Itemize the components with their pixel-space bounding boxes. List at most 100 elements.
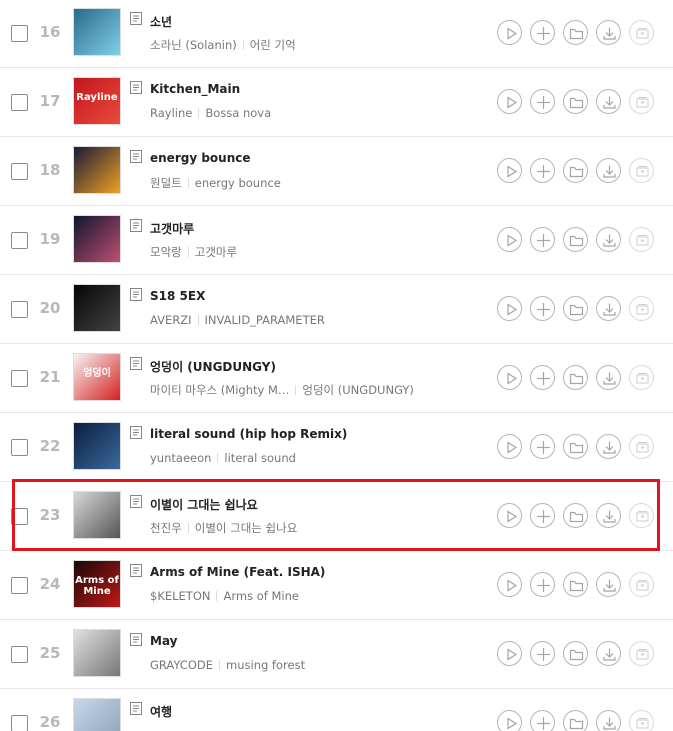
song-title[interactable]: 소년 <box>150 13 172 30</box>
select-checkbox[interactable] <box>11 439 28 456</box>
song-title[interactable]: Arms of Mine (Feat. ISHA) <box>150 565 325 579</box>
add-button[interactable] <box>530 296 555 321</box>
folder-button[interactable] <box>563 158 588 183</box>
song-title[interactable]: Kitchen_Main <box>150 82 240 96</box>
song-title[interactable]: 여행 <box>150 703 172 720</box>
add-button[interactable] <box>530 434 555 459</box>
album-cover[interactable] <box>73 491 121 539</box>
download-button[interactable] <box>596 296 621 321</box>
add-button[interactable] <box>530 158 555 183</box>
song-info-icon[interactable] <box>129 356 144 371</box>
select-checkbox[interactable] <box>11 163 28 180</box>
select-checkbox[interactable] <box>11 232 28 249</box>
artist-name[interactable]: 천진우 <box>150 521 182 535</box>
select-checkbox[interactable] <box>11 25 28 42</box>
album-name[interactable]: 고갯마루 <box>195 245 237 259</box>
artist-name[interactable]: $KELETON <box>150 589 210 603</box>
album-name[interactable]: INVALID_PARAMETER <box>205 313 325 327</box>
album-cover[interactable] <box>73 284 121 332</box>
mv-button[interactable] <box>629 365 654 390</box>
song-title[interactable]: literal sound (hip hop Remix) <box>150 427 347 441</box>
download-button[interactable] <box>596 227 621 252</box>
album-name[interactable]: literal sound <box>224 451 296 465</box>
play-button[interactable] <box>497 20 522 45</box>
select-checkbox[interactable] <box>11 646 28 663</box>
album-cover[interactable]: 엉덩이 <box>73 353 121 401</box>
play-button[interactable] <box>497 227 522 252</box>
song-info-icon[interactable] <box>129 149 144 164</box>
album-cover[interactable]: Rayline <box>73 77 121 125</box>
song-info-icon[interactable] <box>129 701 144 716</box>
artist-name[interactable]: AVERZI <box>150 313 192 327</box>
select-checkbox[interactable] <box>11 94 28 111</box>
play-button[interactable] <box>497 89 522 114</box>
add-button[interactable] <box>530 20 555 45</box>
mv-button[interactable] <box>629 158 654 183</box>
song-title[interactable]: 고갯마루 <box>150 220 194 237</box>
add-button[interactable] <box>530 503 555 528</box>
album-cover[interactable] <box>73 8 121 56</box>
add-button[interactable] <box>530 710 555 731</box>
song-title[interactable]: S18 5EX <box>150 289 205 303</box>
song-title[interactable]: 이별이 그대는 쉽나요 <box>150 496 258 513</box>
artist-name[interactable]: 소라닌 (Solanin) <box>150 38 237 52</box>
download-button[interactable] <box>596 434 621 459</box>
song-info-icon[interactable] <box>129 563 144 578</box>
song-info-icon[interactable] <box>129 632 144 647</box>
mv-button[interactable] <box>629 572 654 597</box>
download-button[interactable] <box>596 158 621 183</box>
play-button[interactable] <box>497 434 522 459</box>
song-info-icon[interactable] <box>129 218 144 233</box>
album-name[interactable]: musing forest <box>226 658 305 672</box>
album-cover[interactable] <box>73 215 121 263</box>
add-button[interactable] <box>530 89 555 114</box>
select-checkbox[interactable] <box>11 370 28 387</box>
play-button[interactable] <box>497 503 522 528</box>
folder-button[interactable] <box>563 572 588 597</box>
download-button[interactable] <box>596 89 621 114</box>
mv-button[interactable] <box>629 89 654 114</box>
add-button[interactable] <box>530 365 555 390</box>
play-button[interactable] <box>497 710 522 731</box>
folder-button[interactable] <box>563 503 588 528</box>
mv-button[interactable] <box>629 20 654 45</box>
mv-button[interactable] <box>629 227 654 252</box>
download-button[interactable] <box>596 365 621 390</box>
play-button[interactable] <box>497 365 522 390</box>
artist-name[interactable]: 원덜트 <box>150 176 182 190</box>
add-button[interactable] <box>530 227 555 252</box>
album-cover[interactable] <box>73 146 121 194</box>
play-button[interactable] <box>497 158 522 183</box>
folder-button[interactable] <box>563 296 588 321</box>
mv-button[interactable] <box>629 296 654 321</box>
song-info-icon[interactable] <box>129 80 144 95</box>
song-info-icon[interactable] <box>129 11 144 26</box>
folder-button[interactable] <box>563 641 588 666</box>
song-title[interactable]: May <box>150 634 178 648</box>
play-button[interactable] <box>497 296 522 321</box>
artist-name[interactable]: 마이티 마우스 (Mighty M… <box>150 383 289 397</box>
artist-name[interactable]: yuntaeeon <box>150 451 211 465</box>
album-name[interactable]: 이별이 그대는 쉽나요 <box>195 521 298 535</box>
song-title[interactable]: energy bounce <box>150 151 251 165</box>
artist-name[interactable]: Rayline <box>150 106 192 120</box>
album-name[interactable]: 어린 기억 <box>250 38 296 52</box>
select-checkbox[interactable] <box>11 715 28 731</box>
artist-name[interactable]: 모악랑 <box>150 245 182 259</box>
download-button[interactable] <box>596 503 621 528</box>
song-info-icon[interactable] <box>129 425 144 440</box>
download-button[interactable] <box>596 641 621 666</box>
download-button[interactable] <box>596 20 621 45</box>
album-cover[interactable] <box>73 629 121 677</box>
album-name[interactable]: 엉덩이 (UNGDUNGY) <box>302 383 414 397</box>
album-name[interactable]: Bossa nova <box>205 106 271 120</box>
folder-button[interactable] <box>563 710 588 731</box>
add-button[interactable] <box>530 641 555 666</box>
artist-name[interactable]: GRAYCODE <box>150 658 213 672</box>
album-cover[interactable] <box>73 422 121 470</box>
song-info-icon[interactable] <box>129 287 144 302</box>
folder-button[interactable] <box>563 365 588 390</box>
download-button[interactable] <box>596 710 621 731</box>
select-checkbox[interactable] <box>11 508 28 525</box>
folder-button[interactable] <box>563 434 588 459</box>
